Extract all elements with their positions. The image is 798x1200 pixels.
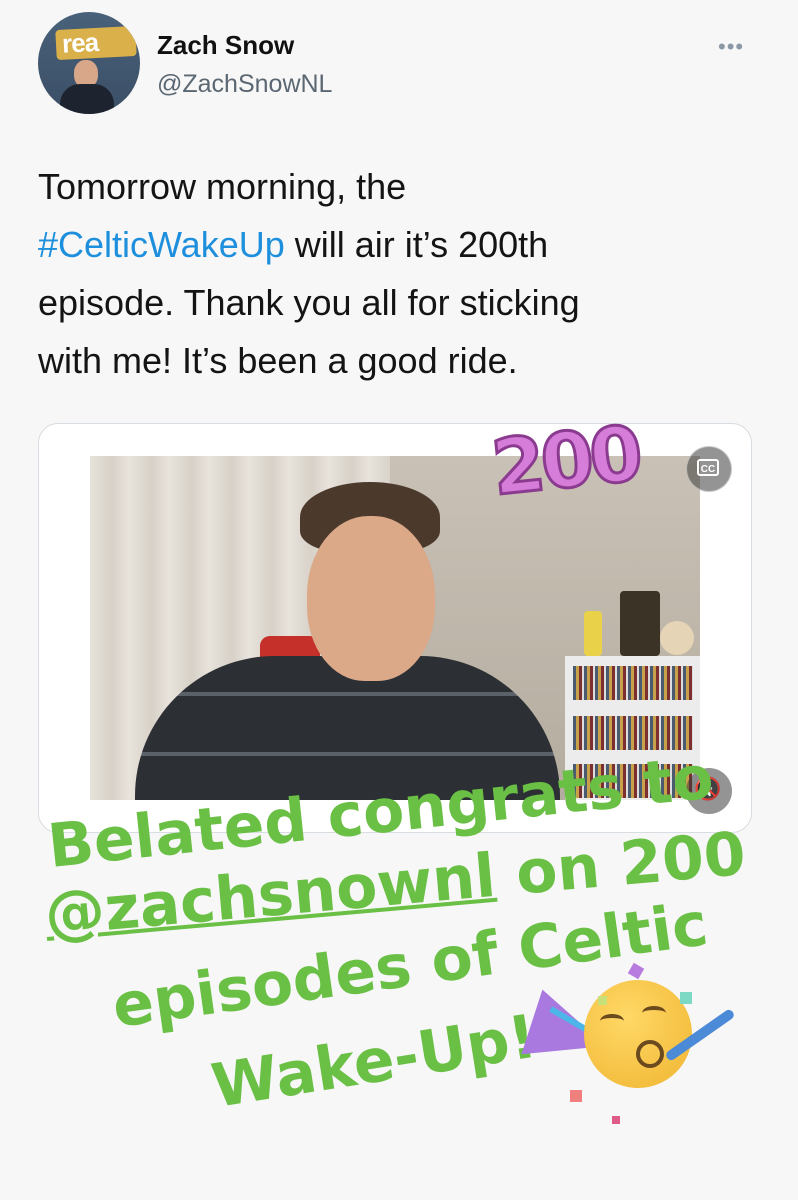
video-player[interactable] (90, 456, 700, 800)
display-name[interactable]: Zach Snow (157, 30, 294, 61)
tweet-text: Tomorrow morning, the #CelticWakeUp will… (38, 158, 738, 390)
avatar-sign: rea (55, 25, 137, 61)
video-shelf-row (573, 716, 693, 750)
hashtag-link[interactable]: #CelticWakeUp (38, 224, 285, 265)
confetti-icon (598, 996, 607, 1005)
confetti-icon (680, 992, 692, 1004)
video-plate (660, 621, 694, 655)
video-shelf-items (570, 591, 694, 656)
sticker-line-2: @zachsnownl on 200 (42, 819, 748, 950)
tweet-text-line-1: Tomorrow morning, the (38, 166, 407, 207)
video-person-head (307, 516, 435, 681)
more-options-icon[interactable]: ••• (718, 34, 744, 60)
sticker-line-4: Wake-Up! (207, 1001, 542, 1122)
speaker-muted-icon: 🔇 (694, 776, 722, 801)
video-shelf-row (573, 764, 693, 798)
tweet-text-line-2-rest: will air it’s 200th (284, 224, 549, 265)
tweet-text-line-2: #CelticWakeUp will air it’s 200th (38, 216, 738, 274)
video-bottle (584, 611, 602, 656)
tweet-text-line-4: with me! It’s been a good ride. (38, 340, 518, 381)
avatar[interactable]: rea (38, 12, 140, 114)
emoji-eye (600, 1014, 624, 1028)
video-overlay-200: 200 (486, 407, 644, 514)
avatar-person-body (60, 84, 114, 114)
confetti-icon (627, 962, 645, 980)
sticker-mention[interactable]: @zachsnownl (42, 841, 498, 950)
confetti-icon (612, 1116, 620, 1124)
emoji-mouth (636, 1040, 664, 1068)
video-accordion (620, 591, 660, 656)
mute-button[interactable]: 🔇 (686, 768, 732, 814)
video-shelf (565, 656, 700, 800)
tweet-card: rea Zach Snow @ZachSnowNL ••• Tomorrow m… (0, 0, 798, 1200)
captions-icon: CC (697, 459, 719, 476)
video-shelf-row (573, 666, 693, 700)
tweet-text-line-3: episode. Thank you all for sticking (38, 282, 580, 323)
confetti-icon (570, 1090, 582, 1102)
emoji-eye (642, 1006, 666, 1020)
user-handle[interactable]: @ZachSnowNL (157, 70, 332, 99)
captions-button[interactable]: CC (686, 446, 732, 492)
